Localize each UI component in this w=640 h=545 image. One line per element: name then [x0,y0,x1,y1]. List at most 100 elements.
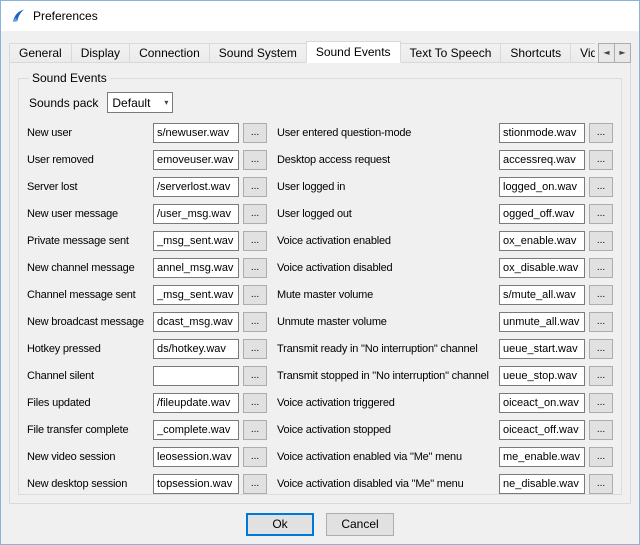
sound-file-input[interactable] [499,258,585,278]
sound-file-input[interactable] [499,285,585,305]
sound-file-input[interactable] [153,312,239,332]
sound-event-row: Desktop access request... [277,150,613,170]
browse-button[interactable]: ... [243,123,267,143]
sound-file-input[interactable] [499,177,585,197]
event-label: Transmit stopped in "No interruption" ch… [277,370,499,382]
event-label: Voice activation disabled [277,262,499,274]
browse-button[interactable]: ... [589,339,613,359]
browse-button[interactable]: ... [243,312,267,332]
tab-page-sound-events: Sound Events Sounds pack Default ▾ New u… [9,62,631,504]
sound-file-input[interactable] [153,123,239,143]
sound-file-input[interactable] [499,474,585,494]
cancel-button[interactable]: Cancel [326,513,394,536]
browse-button[interactable]: ... [243,285,267,305]
sound-event-row: File transfer complete... [27,420,267,440]
browse-button[interactable]: ... [243,177,267,197]
sound-file-input[interactable] [153,150,239,170]
sound-file-input[interactable] [153,285,239,305]
event-column-right: User entered question-mode... Desktop acc… [277,123,613,501]
sound-file-input[interactable] [153,474,239,494]
browse-button[interactable]: ... [243,204,267,224]
browse-button[interactable]: ... [589,285,613,305]
tab-connection[interactable]: Connection [129,43,210,63]
tab-display[interactable]: Display [71,43,130,63]
browse-button[interactable]: ... [589,150,613,170]
sound-event-row: New user message... [27,204,267,224]
browse-button[interactable]: ... [243,231,267,251]
browse-button[interactable]: ... [589,312,613,332]
browse-button[interactable]: ... [589,177,613,197]
tab-video[interactable]: Video [570,43,595,63]
browse-button[interactable]: ... [589,420,613,440]
event-label: Files updated [27,397,153,409]
browse-button[interactable]: ... [243,339,267,359]
browse-button[interactable]: ... [589,204,613,224]
tab-scroll-left-icon[interactable]: ◄ [598,43,615,63]
event-label: Channel silent [27,370,153,382]
browse-button[interactable]: ... [243,366,267,386]
browse-button[interactable]: ... [589,231,613,251]
ok-button[interactable]: Ok [246,513,314,536]
browse-button[interactable]: ... [589,447,613,467]
browse-button[interactable]: ... [243,474,267,494]
window-title: Preferences [33,9,98,23]
browse-button[interactable]: ... [243,150,267,170]
event-label: New video session [27,451,153,463]
sound-file-input[interactable] [153,258,239,278]
browse-button[interactable]: ... [589,393,613,413]
sound-file-input[interactable] [153,339,239,359]
browse-button[interactable]: ... [243,447,267,467]
sound-file-input[interactable] [499,150,585,170]
browse-button[interactable]: ... [243,258,267,278]
event-label: New user [27,127,153,139]
sound-file-input[interactable] [153,393,239,413]
tab-scroll-right-icon[interactable]: ► [614,43,631,63]
sound-event-row: Channel message sent... [27,285,267,305]
sound-file-input[interactable] [153,447,239,467]
browse-button[interactable]: ... [589,366,613,386]
browse-button[interactable]: ... [589,123,613,143]
browse-button[interactable]: ... [243,393,267,413]
sound-file-input[interactable] [499,366,585,386]
event-columns: New user...User removed...Server lost...… [27,123,613,501]
sound-file-input[interactable] [499,447,585,467]
sound-event-row: New user... [27,123,267,143]
browse-button[interactable]: ... [589,474,613,494]
sound-event-row: User logged in... [277,177,613,197]
tab-sound-system[interactable]: Sound System [209,43,307,63]
sound-event-row: New channel message... [27,258,267,278]
sound-event-row: Voice activation triggered... [277,393,613,413]
sound-file-input[interactable] [499,420,585,440]
sound-file-input[interactable] [153,204,239,224]
sound-file-input[interactable] [153,177,239,197]
sound-file-input[interactable] [153,231,239,251]
sound-file-input[interactable] [499,231,585,251]
event-label: New channel message [27,262,153,274]
sound-event-row: Private message sent... [27,231,267,251]
sound-event-row: Mute master volume... [277,285,613,305]
event-label: File transfer complete [27,424,153,436]
sound-event-row: New broadcast message... [27,312,267,332]
tab-shortcuts[interactable]: Shortcuts [500,43,571,63]
event-label: Unmute master volume [277,316,499,328]
tab-scroll: ◄ ► [599,43,631,63]
browse-button[interactable]: ... [243,420,267,440]
sound-file-input[interactable] [499,312,585,332]
tab-sound-events[interactable]: Sound Events [306,41,401,63]
sound-event-row: User entered question-mode... [277,123,613,143]
sounds-pack-row: Sounds pack Default ▾ [29,92,613,113]
sounds-pack-label: Sounds pack [29,96,98,110]
sound-file-input[interactable] [499,339,585,359]
sound-file-input[interactable] [153,420,239,440]
tab-text-to-speech[interactable]: Text To Speech [400,43,502,63]
tab-general[interactable]: General [9,43,72,63]
browse-button[interactable]: ... [589,258,613,278]
sound-event-row: Voice activation disabled... [277,258,613,278]
event-label: User logged out [277,208,499,220]
sound-event-row: Voice activation enabled... [277,231,613,251]
sound-file-input[interactable] [499,393,585,413]
sound-file-input[interactable] [499,204,585,224]
sound-file-input[interactable] [499,123,585,143]
sound-file-input[interactable] [153,366,239,386]
sounds-pack-select[interactable]: Default ▾ [107,92,173,113]
